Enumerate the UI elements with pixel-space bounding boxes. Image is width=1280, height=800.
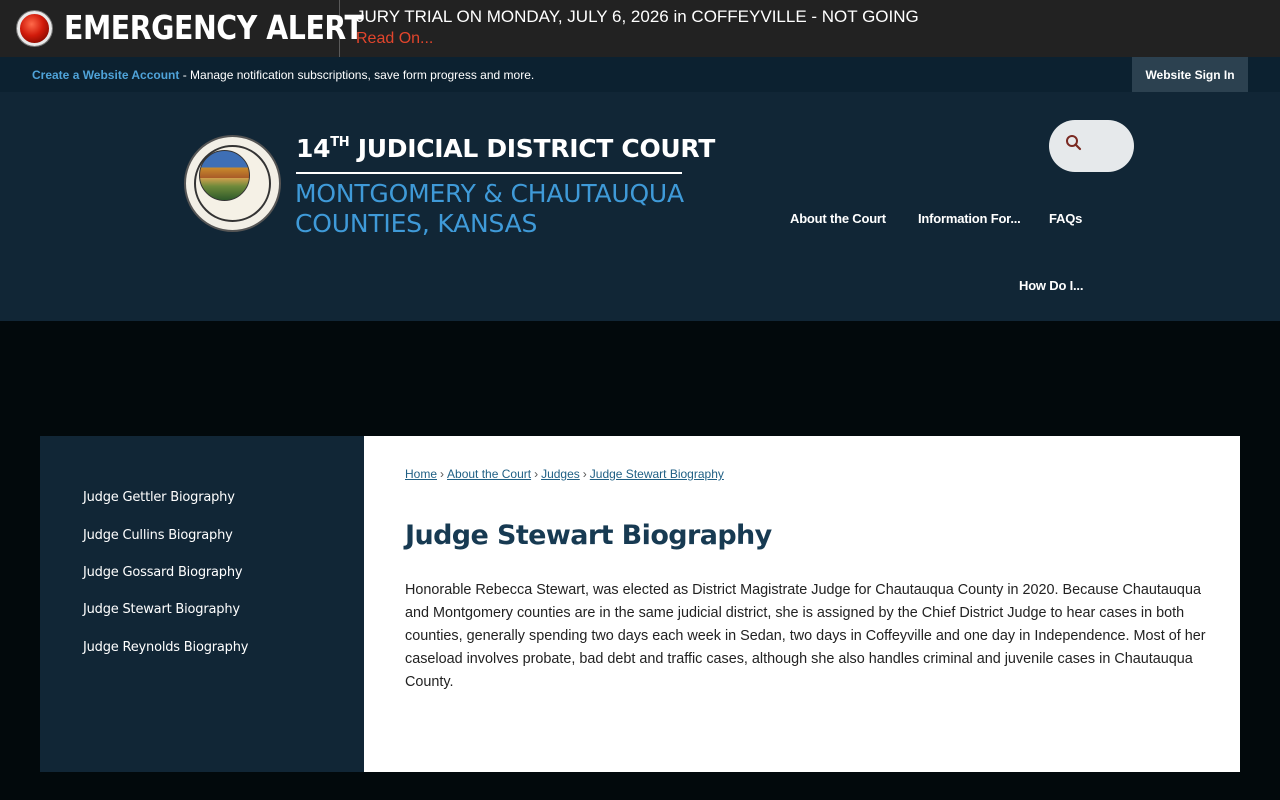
breadcrumb: Home › About the Court › Judges › Judge Stewar…	[405, 467, 724, 481]
sidebar-item-gettler[interactable]: Judge Gettler Biography	[83, 490, 235, 505]
logo-divider	[296, 172, 682, 174]
logo-superscript: TH	[330, 135, 350, 150]
account-description: - Manage notification subscriptions, sav…	[179, 68, 535, 82]
seal-landscape-icon	[199, 150, 250, 201]
breadcrumb-judges[interactable]: Judges	[541, 467, 580, 481]
alert-message[interactable]: JURY TRIAL ON MONDAY, JULY 6, 2026 in CO…	[356, 7, 919, 27]
nav-faqs[interactable]: FAQs	[1049, 211, 1082, 226]
account-notice: Create a Website Account - Manage notifi…	[32, 68, 534, 82]
breadcrumb-home[interactable]: Home	[405, 467, 437, 481]
nav-how-do-i[interactable]: How Do I...	[1019, 278, 1083, 293]
sidebar-item-gossard[interactable]: Judge Gossard Biography	[83, 565, 243, 580]
alert-beacon-icon	[17, 11, 52, 46]
emergency-alert-bar: EMERGENCY ALERT JURY TRIAL ON MONDAY, JU…	[0, 0, 1280, 57]
page-title: Judge Stewart Biography	[405, 520, 772, 551]
breadcrumb-separator: ›	[534, 467, 539, 481]
search-icon	[1066, 135, 1082, 151]
main-content: Home › About the Court › Judges › Judge Stewar…	[364, 436, 1240, 772]
website-sign-in-button[interactable]: Website Sign In	[1132, 57, 1248, 92]
logo-counties-line1: MONTGOMERY & CHAUTAUQUA	[295, 179, 684, 208]
breadcrumb-current-page[interactable]: Judge Stewart Biography	[590, 467, 724, 481]
breadcrumb-separator: ›	[440, 467, 445, 481]
logo-counties-line2: COUNTIES, KANSAS	[295, 209, 538, 238]
logo-counties[interactable]: MONTGOMERY & CHAUTAUQUA COUNTIES, KANSAS	[295, 179, 684, 239]
sidebar-nav: Judge Gettler Biography Judge Cullins Bi…	[40, 436, 364, 772]
biography-text: Honorable Rebecca Stewart, was elected a…	[405, 582, 1206, 690]
breadcrumb-about-the-court[interactable]: About the Court	[447, 467, 531, 481]
breadcrumb-separator: ›	[582, 467, 587, 481]
logo-number: 14	[296, 134, 331, 163]
nav-about-the-court[interactable]: About the Court	[790, 211, 886, 226]
nav-information-for[interactable]: Information For...	[918, 211, 1021, 226]
search-button[interactable]	[1049, 120, 1134, 172]
logo-court-text: JUDICIAL DISTRICT COURT	[349, 134, 716, 163]
alert-title: EMERGENCY ALERT	[64, 8, 364, 47]
site-header: 14TH JUDICIAL DISTRICT COURT MONTGOMERY …	[0, 92, 1280, 321]
kansas-state-seal-logo[interactable]	[184, 135, 281, 232]
alert-read-on-link[interactable]: Read On...	[356, 30, 433, 48]
account-bar: Create a Website Account - Manage notifi…	[0, 57, 1280, 92]
sidebar-item-reynolds[interactable]: Judge Reynolds Biography	[83, 640, 248, 655]
create-account-link[interactable]: Create a Website Account	[32, 68, 179, 82]
sidebar-item-cullins[interactable]: Judge Cullins Biography	[83, 528, 233, 543]
sidebar-item-stewart[interactable]: Judge Stewart Biography	[83, 602, 240, 617]
logo-court-name[interactable]: 14TH JUDICIAL DISTRICT COURT	[296, 134, 715, 163]
alert-label-panel: EMERGENCY ALERT	[0, 0, 364, 57]
